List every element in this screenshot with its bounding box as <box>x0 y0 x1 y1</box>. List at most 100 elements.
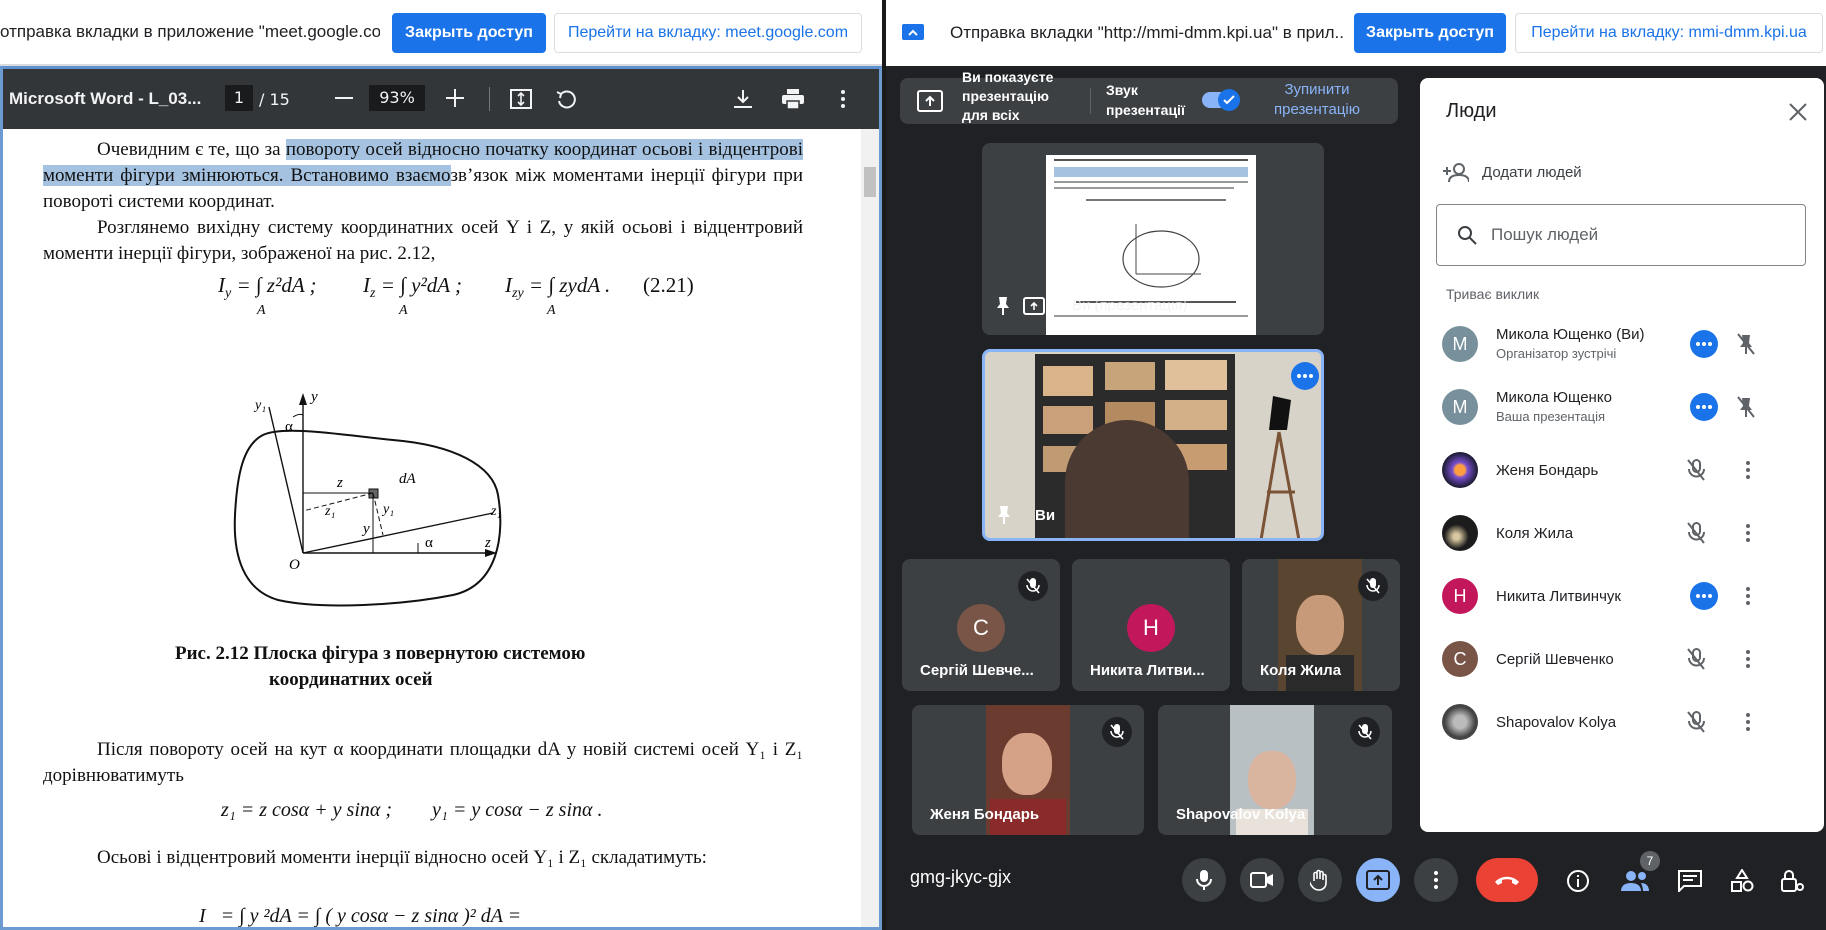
add-person-icon[interactable] <box>1442 160 1470 186</box>
search-box[interactable]: Пошук людей <box>1436 204 1806 266</box>
self-video-tile[interactable]: Ви <box>982 349 1324 541</box>
participant-row[interactable]: Женя Бондарь <box>1442 444 1824 496</box>
search-placeholder: Пошук людей <box>1491 225 1599 244</box>
zoom-level[interactable]: 93% <box>369 85 425 111</box>
eq-a: I <box>218 273 225 297</box>
info-icon[interactable] <box>1564 867 1592 895</box>
close-icon[interactable] <box>1784 98 1812 126</box>
presentation-tile-label: Ви (презентація) <box>1072 297 1188 314</box>
zoom-out-icon[interactable] <box>331 85 357 111</box>
stop-sharing-button-right[interactable]: Закрыть доступ <box>1354 13 1506 53</box>
figure-outline <box>233 429 502 607</box>
label-y1: y₁ <box>253 398 266 413</box>
participant-tile-serhii[interactable]: С Сергій Шевче... <box>902 559 1060 691</box>
share-status-text-right: Отправка вкладки "http://mmi-dmm.kpi.ua"… <box>950 23 1344 42</box>
download-icon[interactable] <box>729 85 757 113</box>
mic-off-icon <box>1358 571 1388 601</box>
search-icon <box>1455 223 1479 247</box>
print-icon[interactable] <box>779 85 807 113</box>
z1-axis <box>302 512 494 554</box>
activities-icon[interactable] <box>1728 867 1756 895</box>
participant-row[interactable]: Shapovalov Kolya <box>1442 696 1824 748</box>
participant-tile-nikita[interactable]: Н Никита Литви... <box>1072 559 1230 691</box>
participant-name: Сергій Шевче... <box>920 662 1034 679</box>
presentation-tile[interactable]: Ви (презентація) <box>982 143 1324 335</box>
label-z-axis: z <box>484 535 491 551</box>
label-z1: z₁ <box>324 504 335 519</box>
banner-separator <box>1090 88 1091 114</box>
eq-b: I <box>363 273 370 297</box>
more-options-button[interactable] <box>1690 393 1718 421</box>
participant-row[interactable]: С Сергій Шевченко <box>1442 633 1824 685</box>
pin-off-icon[interactable] <box>1734 395 1758 419</box>
camera-button[interactable] <box>1240 858 1284 902</box>
switch-tab-button[interactable]: Перейти на вкладку: meet.google.com <box>554 13 862 53</box>
chat-icon[interactable] <box>1676 867 1704 895</box>
page-number-input[interactable]: 1 <box>225 85 253 111</box>
pdf-scrollbar[interactable] <box>861 129 879 927</box>
label-dA: dA <box>399 471 417 487</box>
self-video-person <box>1065 420 1189 538</box>
participant-name: Никита Литвинчук <box>1496 587 1621 605</box>
equation-number: (2.21) <box>643 273 694 297</box>
switch-tab-button-right[interactable]: Перейти на вкладку: mmi-dmm.kpi.ua <box>1515 13 1823 53</box>
people-icon[interactable] <box>1620 867 1650 895</box>
participant-tile-shapovalov[interactable]: Shapovalov Kolya <box>1158 705 1392 835</box>
participant-row[interactable]: M Микола Ющенко Ваша презентація <box>1442 381 1824 433</box>
label-origin: O <box>289 557 300 573</box>
more-vert-icon[interactable] <box>1736 584 1760 608</box>
participant-name: Женя Бондарь <box>1496 461 1599 479</box>
more-vert-icon[interactable] <box>1736 710 1760 734</box>
pin-icon[interactable] <box>992 295 1014 317</box>
raise-hand-button[interactable] <box>1298 858 1342 902</box>
microphone-button[interactable] <box>1182 858 1226 902</box>
pdf-title: Microsoft Word - L_03... <box>9 89 202 108</box>
fit-page-icon[interactable] <box>507 85 535 113</box>
pdf-scroll-thumb[interactable] <box>864 167 876 197</box>
left-window: отправка вкладки в приложение "meet.goog… <box>0 0 882 930</box>
paragraph-3: Після повороту осей на кут α координати … <box>43 739 803 786</box>
leave-call-button[interactable] <box>1476 858 1538 902</box>
pin-off-icon[interactable] <box>1734 332 1758 356</box>
mic-off-icon <box>1350 717 1380 747</box>
participant-row[interactable]: Коля Жила <box>1442 507 1824 559</box>
equation-2-21: Iy = ∫ z²dA ; A Iz = ∫ y²dA ; A Izy = ∫ … <box>3 269 803 321</box>
present-now-button[interactable] <box>1356 858 1400 902</box>
participant-name: Никита Литви... <box>1090 662 1205 679</box>
host-controls-icon[interactable] <box>1778 867 1806 895</box>
figure-caption-2: координатних осей <box>269 669 433 690</box>
zoom-in-icon[interactable] <box>442 85 468 111</box>
eq-c-rest: = ∫ zydA . <box>528 273 611 297</box>
participant-avatar <box>1442 452 1478 488</box>
more-options-button[interactable] <box>1690 330 1718 358</box>
more-vert-icon[interactable] <box>1736 458 1760 482</box>
participant-name: Женя Бондарь <box>930 806 1040 823</box>
more-vert-icon[interactable] <box>1736 647 1760 671</box>
sound-toggle[interactable] <box>1202 89 1240 111</box>
participant-tile-kolia[interactable]: Коля Жила <box>1242 559 1400 691</box>
mic-off-icon <box>1684 458 1708 482</box>
participant-row[interactable]: Н Никита Литвинчук <box>1442 570 1824 622</box>
equation-2: z₁ = z cosα + y sinα ; y₁ = y cosα − z s… <box>221 799 603 821</box>
label-z: z <box>336 475 343 491</box>
self-tile-more-button[interactable] <box>1291 362 1319 390</box>
label-z1-axis: z₁ <box>490 504 501 519</box>
more-vert-icon[interactable] <box>1736 521 1760 545</box>
participant-tile-zhenia[interactable]: Женя Бондарь <box>912 705 1144 835</box>
participant-row[interactable]: M Микола Ющенко (Ви) Організатор зустрічі <box>1442 318 1824 370</box>
self-name: Ви <box>1035 507 1056 524</box>
figure-2-12: y₁ y α dA z z₁ y₁ y z₁ z α O <box>233 389 502 607</box>
stop-sharing-button[interactable]: Закрыть доступ <box>392 13 546 53</box>
more-vert-icon[interactable] <box>829 85 857 113</box>
more-options-button[interactable] <box>1414 858 1458 902</box>
mic-off-icon <box>1684 647 1708 671</box>
eq-b-limit: A <box>399 303 408 318</box>
rotate-icon[interactable] <box>552 85 580 113</box>
label-y: y <box>309 389 318 405</box>
stop-presenting-button[interactable]: Зупинити презентацію <box>1262 80 1372 120</box>
paragraph-2: Розглянемо вихідну систему координатних … <box>43 217 803 264</box>
label-yb: y <box>361 521 370 537</box>
self-pin-icon[interactable] <box>993 504 1015 526</box>
mic-off-icon <box>1018 571 1048 601</box>
add-people-button[interactable]: Додати людей <box>1482 164 1582 181</box>
